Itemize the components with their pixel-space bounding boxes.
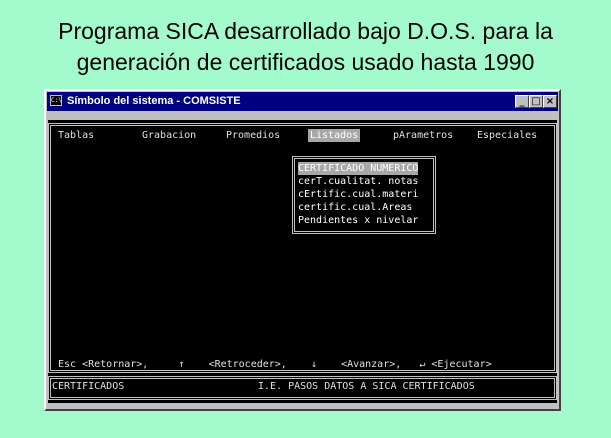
esc-key: Esc (58, 359, 77, 370)
minimize-button[interactable]: _ (515, 95, 529, 108)
key-help-line: Esc <Retornar>, ↑ <Retroceder>, ↓ <Avanz… (58, 358, 492, 371)
console-screen: Tablas Grabacion Promedios Listados pAra… (48, 120, 557, 403)
dropdown-item-cert-cualitat-notas[interactable]: cerT.cualitat. notas (298, 175, 418, 188)
title-bar[interactable]: C:\ Símbolo del sistema - COMSISTE _ □ × (47, 92, 558, 111)
up-key-label: <Retroceder>, (208, 359, 287, 370)
menu-item-listados[interactable]: Listados (308, 129, 361, 142)
arrow-up-icon: ↑ (178, 359, 185, 370)
menu-item-grabacion[interactable]: Grabacion (142, 129, 196, 142)
dropdown-item-certificado-numerico[interactable]: CERTIFICADO NUMERICO (298, 162, 419, 175)
enter-key-label: <Ejecutar> (431, 359, 492, 370)
dropdown-item-certific-cual-materi[interactable]: cErtific.cual.materi (298, 188, 418, 201)
maximize-button[interactable]: □ (529, 95, 543, 108)
window-title: Símbolo del sistema - COMSISTE (67, 95, 241, 107)
esc-key-label: <Retornar>, (82, 359, 149, 370)
status-center: I.E. PASOS DATOS A SICA CERTIFICADOS (258, 381, 475, 392)
close-button[interactable]: × (543, 95, 557, 108)
down-key-label: <Avanzar>, (341, 359, 402, 370)
enter-key-icon: ↵ (419, 359, 426, 370)
menu-item-promedios[interactable]: Promedios (226, 129, 280, 142)
listados-dropdown: CERTIFICADO NUMERICO cerT.cualitat. nota… (293, 157, 435, 233)
dropdown-item-pendientes-x-nivelar[interactable]: Pendientes x nivelar (298, 214, 418, 227)
dropdown-item-certific-cual-areas[interactable]: certific.cual.Areas (298, 201, 412, 214)
arrow-down-icon: ↓ (310, 359, 317, 370)
status-left: CERTIFICADOS (52, 381, 125, 392)
menu-item-parametros[interactable]: pArametros (393, 129, 453, 142)
caption-line-1: Programa SICA desarrollado bajo D.O.S. p… (58, 18, 553, 44)
console-icon[interactable]: C:\ (50, 95, 62, 106)
caption-line-2: generación de certificados usado hasta 1… (76, 49, 535, 75)
console-window: C:\ Símbolo del sistema - COMSISTE _ □ ×… (44, 89, 561, 411)
menu-item-tablas[interactable]: Tablas (58, 129, 94, 142)
menu-item-especiales[interactable]: Especiales (477, 129, 537, 142)
caption: Programa SICA desarrollado bajo D.O.S. p… (0, 16, 611, 78)
